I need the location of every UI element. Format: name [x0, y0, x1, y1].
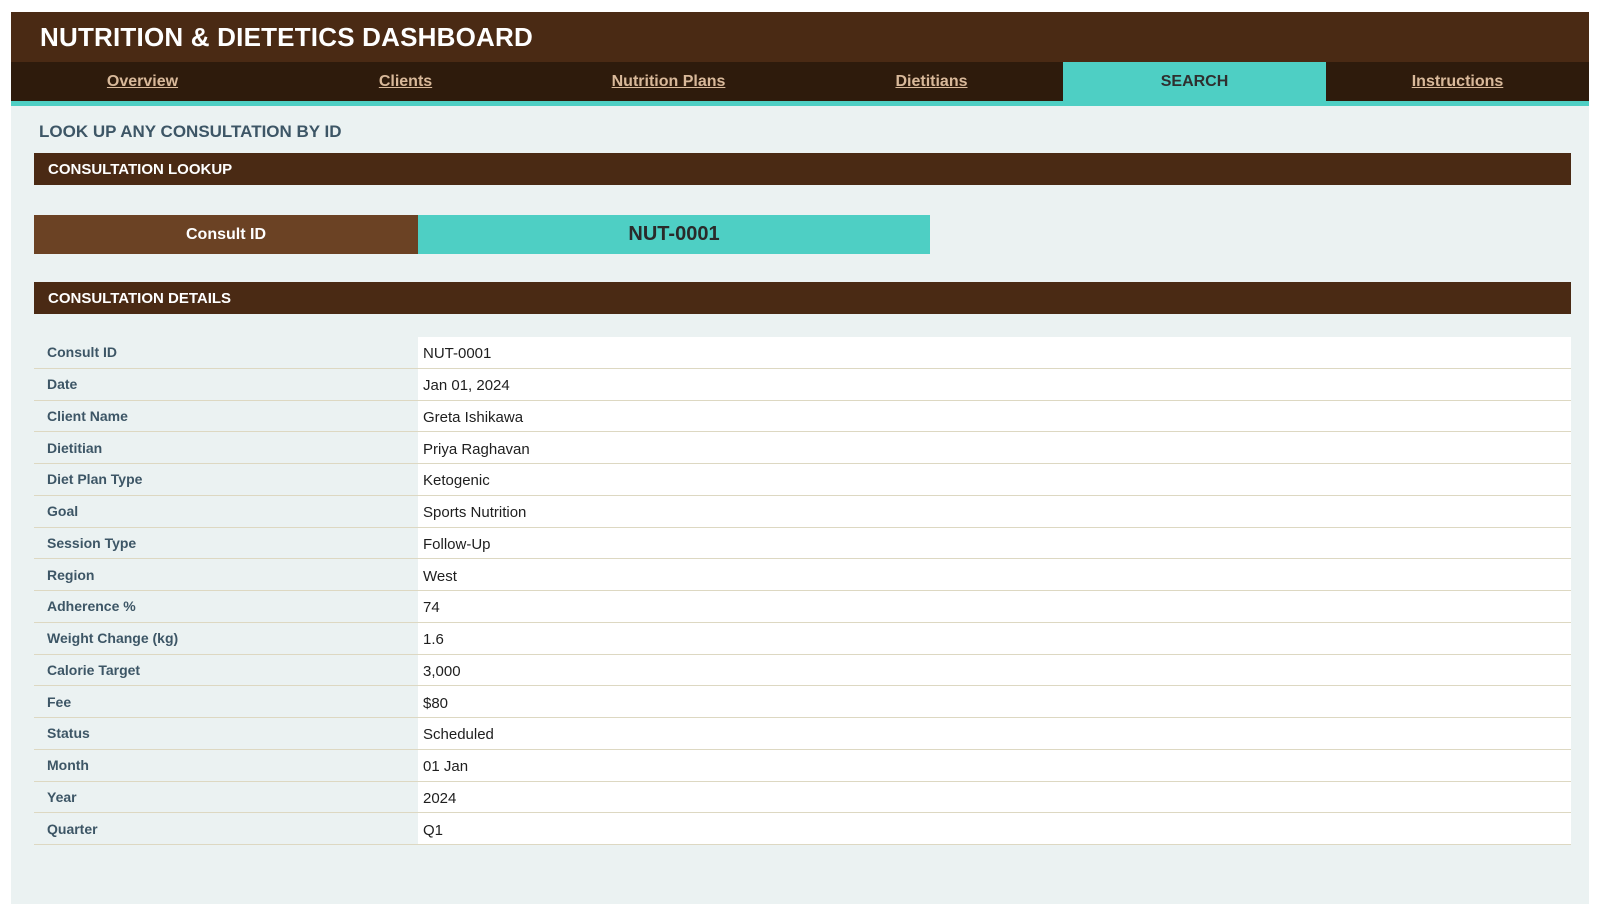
tab-search[interactable]: SEARCH [1063, 62, 1326, 101]
row-label: Client Name [34, 400, 418, 432]
table-row: Session Type Follow-Up [34, 527, 1571, 560]
row-value: Q1 [418, 813, 1571, 844]
row-value: 74 [418, 591, 1571, 622]
title-bar: NUTRITION & DIETETICS DASHBOARD [11, 12, 1589, 62]
row-label: Dietitian [34, 432, 418, 463]
row-label: Year [34, 781, 418, 813]
row-value: West [418, 559, 1571, 590]
tab-clients[interactable]: Clients [274, 62, 537, 101]
table-row: Month 01 Jan [34, 749, 1571, 782]
dashboard-frame: NUTRITION & DIETETICS DASHBOARD Overview… [11, 12, 1589, 904]
table-row: Quarter Q1 [34, 813, 1571, 845]
row-label: Calorie Target [34, 654, 418, 686]
table-row: Date Jan 01, 2024 [34, 368, 1571, 401]
tab-overview[interactable]: Overview [11, 62, 274, 101]
row-label: Fee [34, 686, 418, 717]
row-value: Follow-Up [418, 527, 1571, 559]
page-heading: LOOK UP ANY CONSULTATION BY ID [39, 122, 342, 141]
row-label: Goal [34, 495, 418, 527]
row-value: Priya Raghavan [418, 432, 1571, 463]
row-label: Date [34, 368, 418, 400]
table-row: Dietitian Priya Raghavan [34, 432, 1571, 464]
row-value: Greta Ishikawa [418, 400, 1571, 432]
main-nav: Overview Clients Nutrition Plans Dietiti… [11, 62, 1589, 101]
tab-instructions[interactable]: Instructions [1326, 62, 1589, 101]
row-label: Diet Plan Type [34, 464, 418, 495]
row-label: Adherence % [34, 591, 418, 622]
lookup-section-header: CONSULTATION LOOKUP [34, 153, 1571, 185]
table-row: Diet Plan Type Ketogenic [34, 464, 1571, 496]
row-label: Session Type [34, 527, 418, 559]
row-label: Consult ID [34, 337, 418, 368]
tab-dietitians[interactable]: Dietitians [800, 62, 1063, 101]
row-value: Scheduled [418, 718, 1571, 749]
row-label: Weight Change (kg) [34, 622, 418, 654]
table-row: Calorie Target 3,000 [34, 654, 1571, 687]
row-value: Sports Nutrition [418, 495, 1571, 527]
row-value: NUT-0001 [418, 337, 1571, 368]
table-row: Fee $80 [34, 686, 1571, 718]
row-label: Month [34, 749, 418, 781]
row-value: 1.6 [418, 622, 1571, 654]
row-value: 01 Jan [418, 749, 1571, 781]
table-row: Weight Change (kg) 1.6 [34, 622, 1571, 655]
details-section-header: CONSULTATION DETAILS [34, 282, 1571, 314]
row-label: Status [34, 718, 418, 749]
lookup-row: Consult ID NUT-0001 [34, 215, 930, 254]
row-value: 3,000 [418, 654, 1571, 686]
tab-nutrition-plans[interactable]: Nutrition Plans [537, 62, 800, 101]
app-title: NUTRITION & DIETETICS DASHBOARD [40, 21, 533, 52]
table-row: Client Name Greta Ishikawa [34, 400, 1571, 433]
nav-accent-line [11, 101, 1589, 106]
table-row: Goal Sports Nutrition [34, 495, 1571, 528]
consult-id-input[interactable]: NUT-0001 [418, 215, 930, 254]
details-table: Consult ID NUT-0001 Date Jan 01, 2024 Clie… [34, 337, 1571, 845]
table-row: Status Scheduled [34, 718, 1571, 750]
table-row: Region West [34, 559, 1571, 591]
row-value: Jan 01, 2024 [418, 368, 1571, 400]
table-row: Year 2024 [34, 781, 1571, 814]
consult-id-label: Consult ID [34, 215, 418, 254]
row-value: Ketogenic [418, 464, 1571, 495]
table-row: Consult ID NUT-0001 [34, 337, 1571, 369]
row-label: Quarter [34, 813, 418, 844]
table-row: Adherence % 74 [34, 591, 1571, 623]
row-value: $80 [418, 686, 1571, 717]
row-value: 2024 [418, 781, 1571, 813]
row-label: Region [34, 559, 418, 590]
